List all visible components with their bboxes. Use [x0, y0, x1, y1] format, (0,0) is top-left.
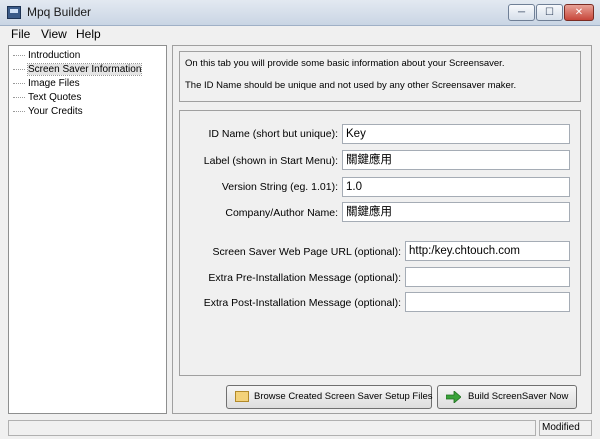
pre-install-message-field[interactable]: [405, 267, 570, 287]
pre-install-message-label: Extra Pre-Installation Message (optional…: [208, 272, 401, 284]
tree-item-image-files[interactable]: Image Files: [13, 78, 80, 89]
start-menu-label-label: Label (shown in Start Menu):: [203, 155, 338, 167]
tree-item-label: Your Credits: [28, 106, 83, 117]
status-modified-text: Modified: [542, 422, 580, 433]
version-string-field[interactable]: 1.0: [342, 177, 570, 197]
tree-item-label: Introduction: [28, 50, 81, 61]
menu-bar: File View Help: [0, 26, 600, 44]
menu-view[interactable]: View: [41, 27, 67, 41]
info-text-2: The ID Name should be unique and not use…: [185, 80, 517, 91]
status-pane-main: [8, 420, 536, 436]
info-box: On this tab you will provide some basic …: [179, 51, 581, 102]
status-modified: Modified: [539, 420, 592, 436]
title-bar: Mpq Builder ─ ☐ ✕: [0, 0, 600, 26]
tree-item-text-quotes[interactable]: Text Quotes: [13, 92, 81, 103]
minimize-button[interactable]: ─: [508, 4, 535, 21]
company-author-field[interactable]: 關鍵應用: [342, 202, 570, 222]
info-text-1: On this tab you will provide some basic …: [185, 58, 505, 69]
id-name-field[interactable]: Key: [342, 124, 570, 144]
tree-item-your-credits[interactable]: Your Credits: [13, 106, 83, 117]
maximize-button[interactable]: ☐: [536, 4, 563, 21]
folder-icon: [235, 391, 249, 402]
tree-item-label: Screen Saver Information: [26, 63, 143, 76]
menu-file[interactable]: File: [11, 27, 30, 41]
start-menu-label-field[interactable]: 關鍵應用: [342, 150, 570, 170]
tree-item-label: Text Quotes: [28, 92, 82, 103]
status-bar: Modified: [0, 418, 600, 439]
close-button[interactable]: ✕: [564, 4, 594, 21]
tree-item-screen-saver-information[interactable]: Screen Saver Information: [13, 63, 143, 76]
green-arrow-icon: [445, 390, 462, 406]
build-screensaver-button[interactable]: Build ScreenSaver Now: [437, 385, 577, 409]
web-url-label: Screen Saver Web Page URL (optional):: [212, 246, 401, 258]
tree-item-label: Image Files: [28, 78, 80, 89]
browse-setup-files-button[interactable]: Browse Created Screen Saver Setup Files: [226, 385, 432, 409]
web-url-field[interactable]: http:/key.chtouch.com: [405, 241, 570, 261]
browse-button-label: Browse Created Screen Saver Setup Files: [254, 391, 433, 402]
app-icon: [7, 6, 21, 19]
company-author-label: Company/Author Name:: [225, 207, 338, 219]
tree-item-introduction[interactable]: Introduction: [13, 50, 80, 61]
id-name-label: ID Name (short but unique):: [208, 128, 338, 140]
post-install-message-field[interactable]: [405, 292, 570, 312]
build-button-label: Build ScreenSaver Now: [468, 391, 569, 402]
menu-help[interactable]: Help: [76, 27, 101, 41]
post-install-message-label: Extra Post-Installation Message (optiona…: [203, 297, 401, 309]
version-string-label: Version String (eg. 1.01):: [221, 181, 338, 193]
window-title: Mpq Builder: [27, 5, 92, 19]
navigation-tree[interactable]: Introduction Screen Saver Information Im…: [8, 45, 167, 414]
